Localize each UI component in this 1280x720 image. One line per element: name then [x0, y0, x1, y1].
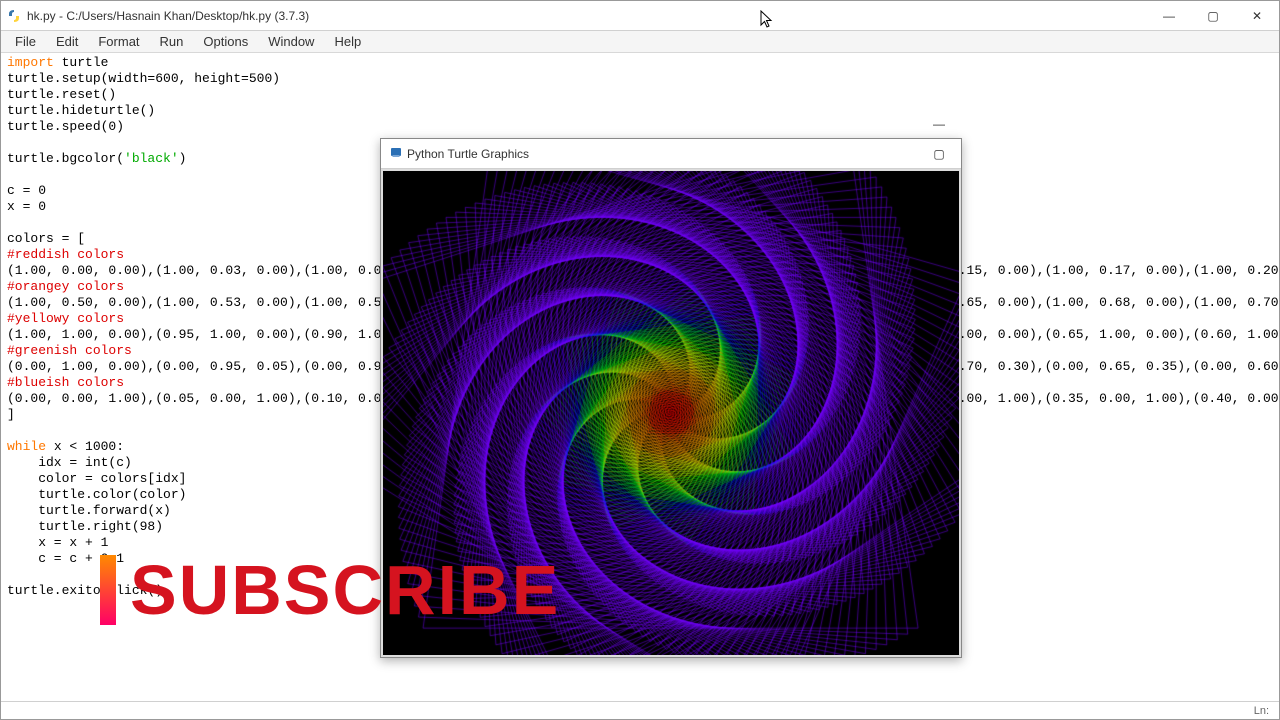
code-comment: #greenish colors [7, 343, 132, 358]
code-text: c = 0 [7, 183, 46, 198]
turtle-maximize-button[interactable]: ▢ [917, 139, 961, 169]
close-button[interactable]: ✕ [1235, 1, 1279, 31]
code-text: turtle.bgcolor( [7, 151, 124, 166]
maximize-button[interactable]: ▢ [1191, 1, 1235, 31]
code-text: turtle.speed(0) [7, 119, 124, 134]
kw-while: while [7, 439, 46, 454]
code-text: turtle.setup(width=600, height=500) [7, 71, 280, 86]
code-text: ) [179, 151, 187, 166]
code-text: idx = int(c) [7, 455, 132, 470]
code-text: c = c + 0.1 [7, 551, 124, 566]
code-text: x = x + 1 [7, 535, 108, 550]
menu-window[interactable]: Window [258, 31, 324, 53]
menu-help[interactable]: Help [324, 31, 371, 53]
code-text: x < 1000: [46, 439, 124, 454]
code-comment: #reddish colors [7, 247, 124, 262]
editor-menubar: File Edit Format Run Options Window Help [1, 31, 1279, 53]
menu-format[interactable]: Format [88, 31, 149, 53]
turtle-title: Python Turtle Graphics [407, 147, 917, 161]
menu-run[interactable]: Run [150, 31, 194, 53]
code-text: turtle [54, 55, 109, 70]
code-text: turtle.color(color) [7, 487, 186, 502]
turtle-app-icon [389, 145, 403, 162]
turtle-titlebar[interactable]: Python Turtle Graphics — ▢ ✕ [381, 139, 961, 169]
turtle-minimize-button[interactable]: — [917, 109, 961, 139]
editor-window-controls: — ▢ ✕ [1147, 1, 1279, 31]
turtle-window[interactable]: Python Turtle Graphics — ▢ ✕ [380, 138, 962, 658]
code-comment: #blueish colors [7, 375, 124, 390]
turtle-canvas-container [381, 169, 961, 657]
editor-titlebar[interactable]: hk.py - C:/Users/Hasnain Khan/Desktop/hk… [1, 1, 1279, 31]
menu-options[interactable]: Options [193, 31, 258, 53]
editor-title: hk.py - C:/Users/Hasnain Khan/Desktop/hk… [27, 9, 1147, 23]
code-text: x = 0 [7, 199, 46, 214]
menu-edit[interactable]: Edit [46, 31, 88, 53]
code-text: color = colors[idx] [7, 471, 186, 486]
menu-file[interactable]: File [5, 31, 46, 53]
status-text: Ln: [1254, 705, 1269, 717]
code-text: turtle.exitonclick() [7, 583, 163, 598]
code-string: 'black' [124, 151, 179, 166]
code-text: turtle.hideturtle() [7, 103, 155, 118]
code-text: ] [7, 407, 15, 422]
code-text: turtle.forward(x) [7, 503, 171, 518]
code-text: turtle.reset() [7, 87, 116, 102]
editor-statusbar: Ln: [1, 701, 1279, 719]
kw-import: import [7, 55, 54, 70]
code-comment: #orangey colors [7, 279, 124, 294]
code-text: turtle.right(98) [7, 519, 163, 534]
minimize-button[interactable]: — [1147, 1, 1191, 31]
code-text: colors = [ [7, 231, 85, 246]
turtle-canvas[interactable] [383, 171, 959, 655]
code-comment: #yellowy colors [7, 311, 124, 326]
idle-app-icon [7, 9, 21, 23]
